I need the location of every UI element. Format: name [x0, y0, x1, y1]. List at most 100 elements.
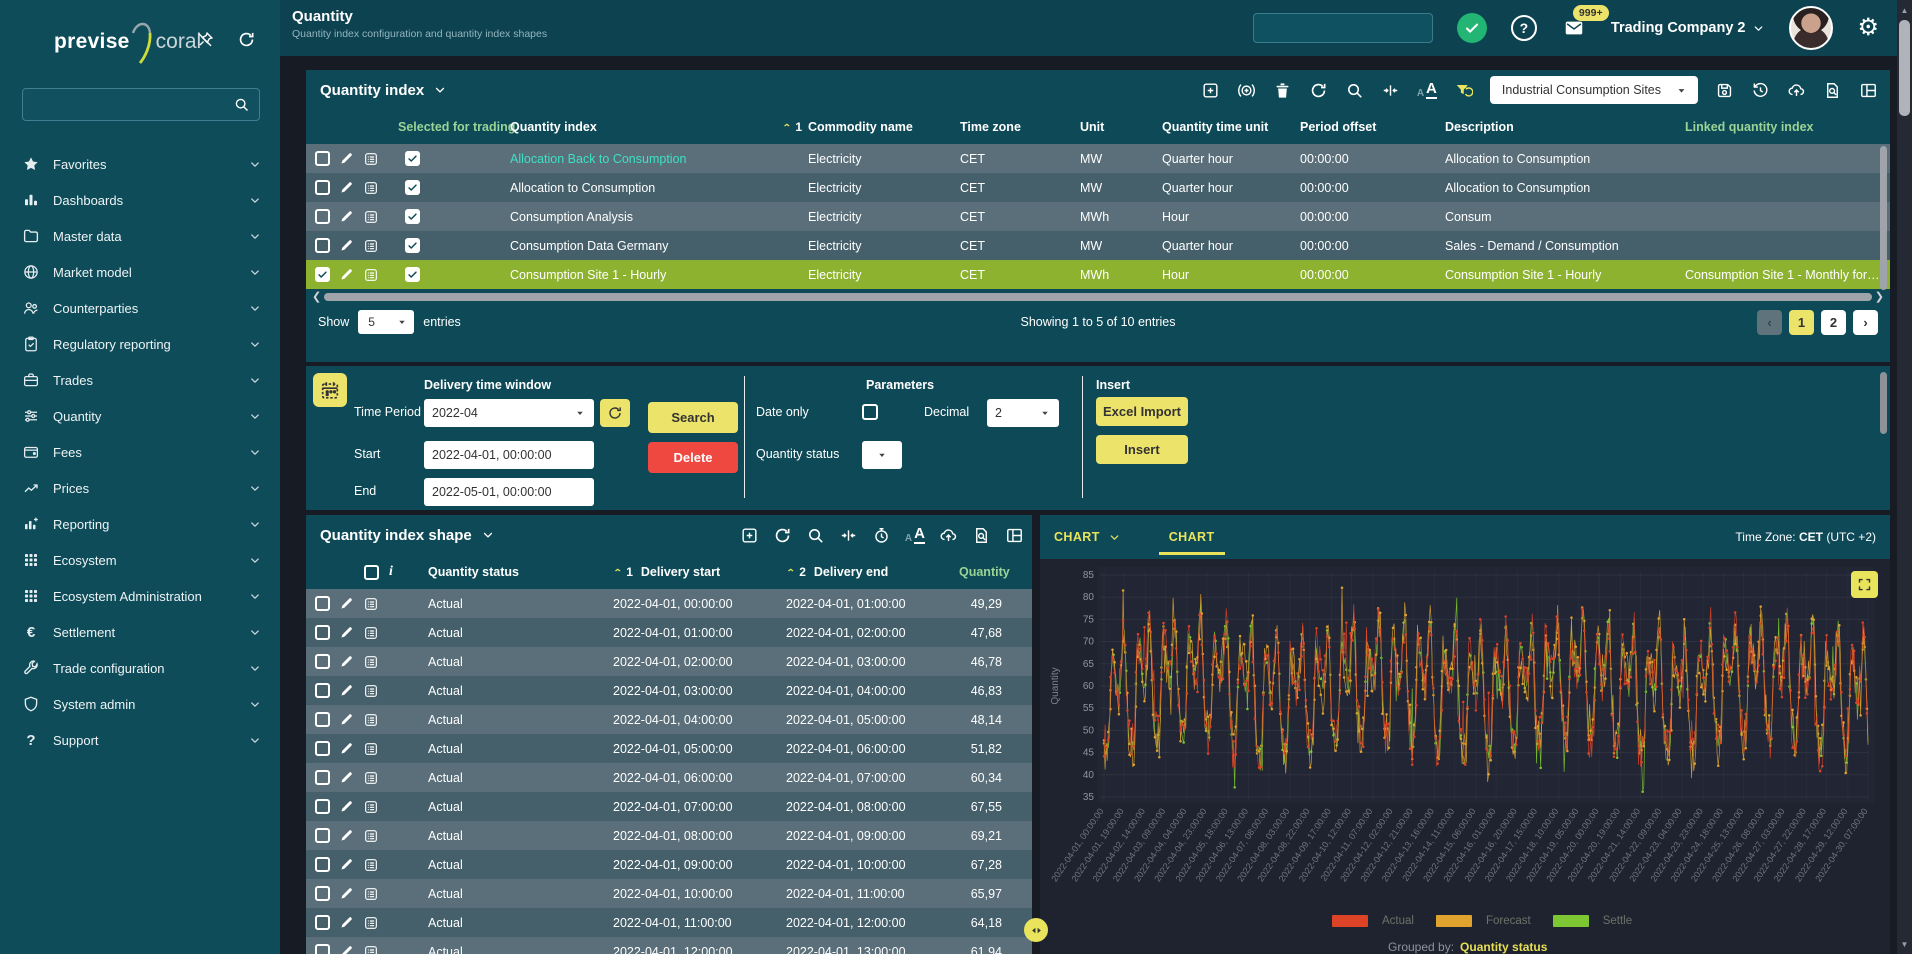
delete-button[interactable]: Delete — [648, 442, 738, 473]
next-page-button[interactable]: › — [1853, 310, 1878, 335]
shape-collapse-button[interactable] — [839, 526, 858, 545]
edit-row-button[interactable] — [339, 770, 354, 785]
sidebar-item-ecosystem[interactable]: Ecosystem — [0, 542, 280, 578]
shape-refresh-button[interactable] — [773, 526, 792, 545]
sidebar-item-prices[interactable]: Prices — [0, 470, 280, 506]
table-row[interactable]: Actual2022-04-01, 04:00:002022-04-01, 05… — [306, 705, 1032, 734]
edit-row-button[interactable] — [339, 944, 354, 954]
row-checkbox[interactable] — [315, 151, 330, 166]
row-details-button[interactable] — [363, 915, 379, 931]
row-checkbox[interactable] — [315, 625, 330, 640]
sidebar-item-master-data[interactable]: Master data — [0, 218, 280, 254]
sidebar-item-reporting[interactable]: Reporting — [0, 506, 280, 542]
row-checkbox[interactable] — [315, 857, 330, 872]
row-checkbox[interactable] — [315, 770, 330, 785]
row-checkbox[interactable] — [315, 209, 330, 224]
end-input[interactable]: 2022-05-01, 00:00:00 — [424, 478, 594, 506]
table-row[interactable]: Actual2022-04-01, 00:00:002022-04-01, 01… — [306, 589, 1032, 618]
sidebar-item-dashboards[interactable]: Dashboards — [0, 182, 280, 218]
col-period-offset[interactable]: Period offset — [1300, 120, 1445, 134]
table-row[interactable]: Allocation Back to ConsumptionElectricit… — [306, 144, 1890, 173]
row-checkbox[interactable] — [315, 828, 330, 843]
scroll-up-icon[interactable]: ▲ — [1897, 2, 1912, 18]
table-row[interactable]: Consumption Data GermanyElectricityCETMW… — [306, 231, 1890, 260]
edit-row-button[interactable] — [339, 654, 354, 669]
quantity-index-title[interactable]: Quantity index — [320, 82, 447, 99]
row-details-button[interactable] — [363, 741, 379, 757]
edit-row-button[interactable] — [339, 151, 354, 166]
shape-add-button[interactable] — [740, 526, 759, 545]
col-linked-quantity-index[interactable]: Linked quantity index — [1685, 120, 1890, 134]
row-checkbox[interactable] — [315, 944, 330, 954]
row-details-button[interactable] — [363, 828, 379, 844]
row-checkbox[interactable] — [315, 238, 330, 253]
row-details-button[interactable] — [363, 151, 379, 167]
col-quantity-status[interactable]: Quantity status — [428, 565, 613, 579]
index-filter-button[interactable] — [1454, 81, 1473, 100]
edit-row-button[interactable] — [339, 915, 354, 930]
page-scrollbar[interactable]: ▲ ▼ — [1897, 0, 1912, 954]
col-description[interactable]: Description — [1445, 120, 1685, 134]
sidebar-item-counterparties[interactable]: Counterparties — [0, 290, 280, 326]
panel-splitter-handle[interactable] — [1024, 918, 1048, 942]
status-ok-button[interactable] — [1457, 13, 1487, 43]
time-period-select[interactable]: 2022-04 — [424, 399, 594, 427]
edit-row-button[interactable] — [339, 238, 354, 253]
page-scroll-thumb[interactable] — [1899, 20, 1910, 116]
index-hscrollbar[interactable]: ❮ ❯ — [312, 293, 1884, 302]
table-row[interactable]: Actual2022-04-01, 05:00:002022-04-01, 06… — [306, 734, 1032, 763]
timeseries-chart[interactable]: 8580757065605550454035Quantity2022-04-01… — [1040, 559, 1890, 911]
sidebar-item-system-admin[interactable]: System admin — [0, 686, 280, 722]
table-row[interactable]: Actual2022-04-01, 02:00:002022-04-01, 03… — [306, 647, 1032, 676]
sidebar-item-market-model[interactable]: Market model — [0, 254, 280, 290]
unpin-sidebar-button[interactable] — [196, 30, 215, 49]
index-search-button[interactable] — [1345, 81, 1364, 100]
shape-docsearch-button[interactable] — [972, 526, 991, 545]
edit-row-button[interactable] — [339, 828, 354, 843]
views-select[interactable]: Industrial Consumption Sites — [1490, 76, 1698, 104]
sidebar-item-ecosystem-administration[interactable]: Ecosystem Administration — [0, 578, 280, 614]
shape-timer-button[interactable] — [872, 526, 891, 545]
index-add-button[interactable] — [1201, 81, 1220, 100]
selected-for-trading-checkbox[interactable] — [405, 180, 420, 195]
row-checkbox[interactable] — [315, 180, 330, 195]
filter-vscrollbar[interactable] — [1880, 372, 1887, 434]
row-details-button[interactable] — [363, 596, 379, 612]
edit-row-button[interactable] — [339, 209, 354, 224]
index-trash-button[interactable] — [1273, 81, 1292, 100]
table-row[interactable]: Actual2022-04-01, 08:00:002022-04-01, 09… — [306, 821, 1032, 850]
scroll-down-icon[interactable]: ▼ — [1897, 936, 1912, 952]
table-row[interactable]: Actual2022-04-01, 11:00:002022-04-01, 12… — [306, 908, 1032, 937]
row-checkbox[interactable] — [315, 741, 330, 756]
row-checkbox[interactable] — [315, 267, 330, 282]
chart-fullscreen-button[interactable] — [1851, 571, 1878, 598]
scroll-right-icon[interactable]: ❯ — [1875, 290, 1884, 304]
selected-for-trading-checkbox[interactable] — [405, 267, 420, 282]
excel-import-button[interactable]: Excel Import — [1096, 397, 1188, 426]
index-history-button[interactable] — [1751, 81, 1770, 100]
time-period-refresh-button[interactable] — [600, 399, 630, 427]
col-commodity-name[interactable]: Commodity name — [808, 120, 960, 134]
col-delivery-start[interactable]: ⌃1 Delivery start — [613, 565, 786, 580]
row-details-button[interactable] — [363, 625, 379, 641]
index-save-button[interactable] — [1715, 81, 1734, 100]
table-row[interactable]: Actual2022-04-01, 12:00:002022-04-01, 13… — [306, 937, 1032, 954]
table-row[interactable]: Actual2022-04-01, 01:00:002022-04-01, 02… — [306, 618, 1032, 647]
row-details-button[interactable] — [363, 267, 379, 283]
index-vscrollbar[interactable] — [1880, 146, 1887, 290]
row-details-button[interactable] — [363, 712, 379, 728]
settings-button[interactable]: ⚙ — [1857, 16, 1879, 40]
col-time-zone[interactable]: Time zone — [960, 120, 1080, 134]
row-details-button[interactable] — [363, 180, 379, 196]
col-quantity[interactable]: Quantity — [959, 565, 1032, 579]
index-collapse-button[interactable] — [1381, 81, 1400, 100]
hscroll-thumb[interactable] — [324, 293, 1872, 301]
col-quantity-index[interactable]: Quantity index ⌃1 — [510, 120, 808, 134]
row-checkbox[interactable] — [315, 654, 330, 669]
row-checkbox[interactable] — [315, 712, 330, 727]
row-checkbox[interactable] — [315, 915, 330, 930]
row-details-button[interactable] — [363, 238, 379, 254]
row-details-button[interactable] — [363, 799, 379, 815]
tab-chart[interactable]: CHART — [1165, 517, 1219, 557]
sidebar-search-input[interactable] — [23, 97, 233, 112]
